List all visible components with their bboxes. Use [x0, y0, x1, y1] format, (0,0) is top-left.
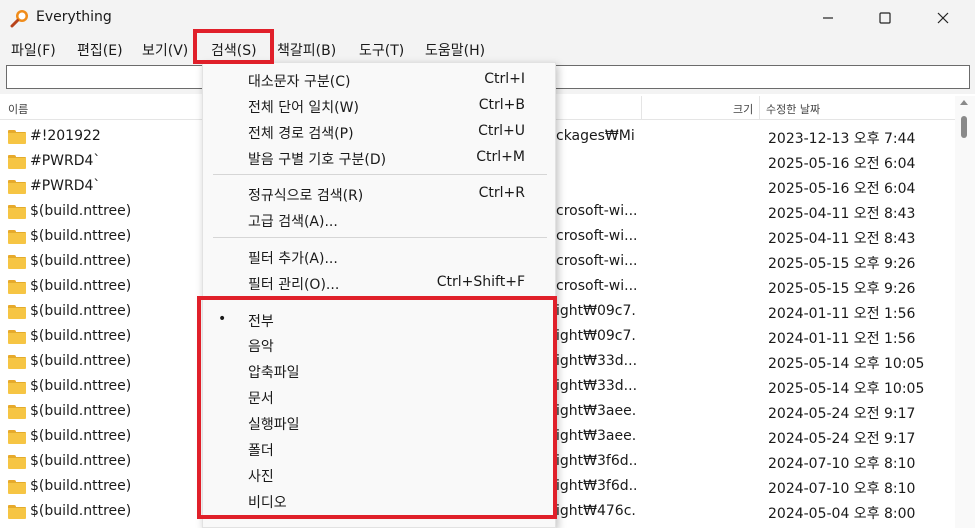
file-path: ckages₩Mi... [556, 128, 636, 144]
minimize-button[interactable] [805, 0, 851, 36]
menu-item-advanced-search[interactable]: 고급 검색(A)... [203, 206, 557, 232]
folder-icon [8, 380, 26, 394]
file-date-modified: 2025-05-16 오전 6:04 [768, 156, 916, 172]
menu-item-add-filter[interactable]: 필터 추가(A)... [203, 243, 557, 269]
column-name-header[interactable]: 이름 [8, 101, 28, 117]
folder-icon [8, 305, 26, 319]
folder-icon [8, 205, 26, 219]
file-date-modified: 2024-01-11 오전 1:56 [768, 306, 916, 322]
file-date-modified: 2024-05-24 오전 9:17 [768, 431, 916, 447]
window-title: Everything [36, 9, 112, 25]
file-date-modified: 2024-05-24 오전 9:17 [768, 406, 916, 422]
maximize-button[interactable] [862, 0, 908, 36]
folder-icon [8, 480, 26, 494]
file-path: crosoft-wi... [556, 253, 636, 269]
folder-icon [8, 155, 26, 169]
search-menu-highlight-box [193, 29, 274, 64]
folder-icon [8, 230, 26, 244]
file-name: $(build.nttree) [30, 403, 132, 419]
file-name: $(build.nttree) [30, 478, 132, 494]
file-date-modified: 2024-01-11 오전 1:56 [768, 331, 916, 347]
menu-item-match-case[interactable]: 대소문자 구분(C) Ctrl+I [203, 66, 557, 92]
menu-item-organize-filters[interactable]: 필터 관리(O)... Ctrl+Shift+F [203, 269, 557, 295]
menu-item-regex[interactable]: 정규식으로 검색(R) Ctrl+R [203, 180, 557, 206]
file-date-modified: 2024-07-10 오후 8:10 [768, 481, 916, 497]
minimize-icon [823, 17, 833, 19]
vertical-scrollbar[interactable] [955, 96, 975, 528]
magnifier-app-icon [10, 10, 28, 28]
file-name: #!201922 [30, 128, 101, 144]
menu-separator [213, 174, 547, 175]
file-name: #PWRD4` [30, 153, 101, 169]
file-name: $(build.nttree) [30, 378, 132, 394]
menu-file[interactable]: 파일(F) [11, 40, 56, 60]
file-name: $(build.nttree) [30, 428, 132, 444]
file-date-modified: 2025-05-16 오전 6:04 [768, 181, 916, 197]
file-date-modified: 2025-05-15 오후 9:26 [768, 281, 916, 297]
file-path: ight₩09c7... [556, 328, 636, 344]
filter-list-highlight-box [197, 296, 557, 519]
file-path: ight₩3aee... [556, 403, 636, 419]
file-date-modified: 2025-04-11 오전 8:43 [768, 231, 916, 247]
menu-bookmarks[interactable]: 책갈피(B) [277, 40, 336, 60]
file-name: $(build.nttree) [30, 453, 132, 469]
column-divider[interactable] [641, 96, 642, 120]
column-divider[interactable] [759, 96, 760, 120]
folder-icon [8, 455, 26, 469]
file-date-modified: 2024-07-10 오후 8:10 [768, 456, 916, 472]
file-date-modified: 2025-05-14 오후 10:05 [768, 356, 925, 372]
file-name: $(build.nttree) [30, 203, 132, 219]
file-name: $(build.nttree) [30, 353, 132, 369]
folder-icon [8, 430, 26, 444]
menu-item-match-path[interactable]: 전체 경로 검색(P) Ctrl+U [203, 118, 557, 144]
folder-icon [8, 405, 26, 419]
file-name: $(build.nttree) [30, 253, 132, 269]
file-path: ight₩3aee... [556, 428, 636, 444]
file-name: #PWRD4` [30, 178, 101, 194]
menu-item-match-whole-word[interactable]: 전체 단어 일치(W) Ctrl+B [203, 92, 557, 118]
folder-icon [8, 355, 26, 369]
file-path: crosoft-wi... [556, 228, 636, 244]
file-path: ight₩33d... [556, 353, 636, 369]
menu-edit[interactable]: 편집(E) [77, 40, 123, 60]
file-date-modified: 2023-12-13 오후 7:44 [768, 131, 916, 147]
scroll-thumb[interactable] [961, 116, 967, 138]
folder-icon [8, 280, 26, 294]
menu-item-match-diacritics[interactable]: 발음 구별 기호 구분(D) Ctrl+M [203, 144, 557, 170]
maximize-icon [879, 12, 891, 24]
menu-tools[interactable]: 도구(T) [359, 40, 404, 60]
folder-icon [8, 180, 26, 194]
file-path: ight₩3f6d... [556, 478, 636, 494]
file-date-modified: 2025-05-14 오후 10:05 [768, 381, 925, 397]
file-date-modified: 2025-05-15 오후 9:26 [768, 256, 916, 272]
file-name: $(build.nttree) [30, 503, 132, 519]
file-date-modified: 2024-05-04 오후 8:00 [768, 506, 916, 522]
file-path: ight₩476c... [556, 503, 636, 519]
folder-icon [8, 330, 26, 344]
menu-help[interactable]: 도움말(H) [425, 40, 485, 60]
file-path: ight₩33d... [556, 378, 636, 394]
folder-icon [8, 255, 26, 269]
file-date-modified: 2025-04-11 오전 8:43 [768, 206, 916, 222]
file-name: $(build.nttree) [30, 328, 132, 344]
file-name: $(build.nttree) [30, 278, 132, 294]
file-name: $(build.nttree) [30, 303, 132, 319]
column-size-header[interactable]: 크기 [733, 101, 753, 117]
file-path: ight₩3f6d... [556, 453, 636, 469]
close-button[interactable] [920, 0, 966, 36]
menu-view[interactable]: 보기(V) [142, 40, 188, 60]
menu-separator [213, 237, 547, 238]
file-path: crosoft-wi... [556, 203, 636, 219]
folder-icon [8, 505, 26, 519]
close-icon [937, 12, 949, 24]
column-date-header[interactable]: 수정한 날짜 [766, 101, 820, 117]
file-name: $(build.nttree) [30, 228, 132, 244]
scroll-up-arrow-icon[interactable] [960, 100, 968, 105]
file-path: ight₩09c7... [556, 303, 636, 319]
folder-icon [8, 130, 26, 144]
file-path: crosoft-wi... [556, 278, 636, 294]
